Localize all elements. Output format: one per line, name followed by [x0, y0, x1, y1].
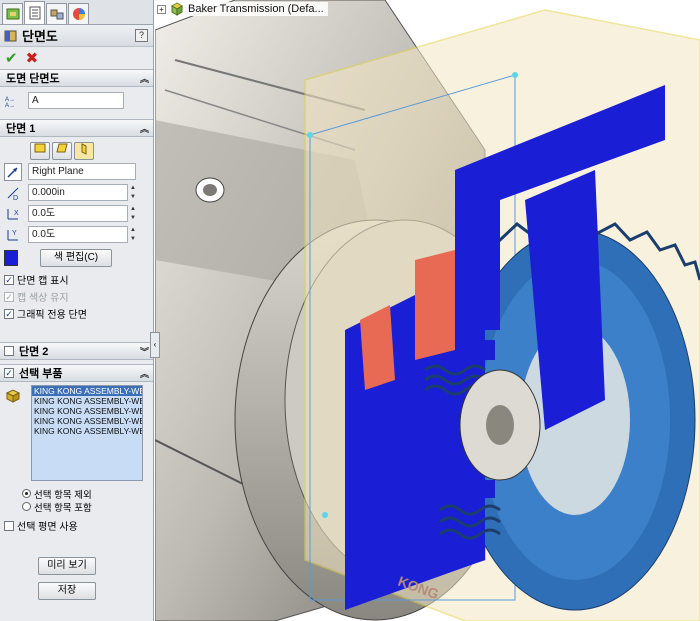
- section-view-group-body: A→ A→ A: [0, 87, 153, 119]
- top-plane-button[interactable]: [52, 141, 72, 160]
- show-cap-label: 단면 캡 표시: [17, 276, 69, 287]
- list-item[interactable]: KING KONG ASSEMBLY-WE: [32, 416, 142, 426]
- keep-cap-color-checkbox: ✓ 캡 색상 유지: [4, 288, 149, 305]
- feature-tree-flyout[interactable]: + Baker Transmission (Defa...: [157, 2, 328, 16]
- save-button[interactable]: 저장: [38, 582, 96, 600]
- graphics-only-label: 그래픽 전용 단면: [17, 310, 87, 321]
- section1-group-label: 단면 1: [6, 123, 36, 135]
- offset-distance-icon: D: [4, 184, 22, 202]
- show-cap-checkbox[interactable]: ✓ 단면 캡 표시: [4, 271, 149, 288]
- angle-y-field[interactable]: 0.0도: [28, 226, 128, 243]
- section-view-group-label: 도면 단면도: [6, 73, 60, 85]
- section2-checkbox[interactable]: [4, 346, 14, 356]
- selected-components-checkbox[interactable]: ✓: [4, 368, 14, 378]
- property-manager-icon: [29, 6, 40, 20]
- plane-select-icon[interactable]: [4, 162, 22, 181]
- list-item[interactable]: KING KONG ASSEMBLY-WE: [32, 396, 142, 406]
- offset-field[interactable]: 0.000in: [28, 184, 128, 201]
- svg-text:A→: A→: [5, 103, 15, 108]
- selected-components-group-header[interactable]: ✓ 선택 부품 ︽: [0, 364, 153, 382]
- edit-color-button[interactable]: 색 편집(C): [40, 249, 112, 267]
- list-item[interactable]: KING KONG ASSEMBLY-WE: [32, 426, 142, 436]
- appearance-icon: [72, 8, 85, 20]
- section1-group-header[interactable]: 단면 1 ︽: [0, 119, 153, 137]
- collapse-icon[interactable]: ︽: [140, 72, 149, 85]
- front-plane-button[interactable]: [30, 141, 50, 160]
- section-color-swatch: [4, 250, 18, 266]
- right-plane-icon: [81, 142, 87, 155]
- display-manager-tab[interactable]: [68, 3, 89, 24]
- configuration-manager-tab[interactable]: [46, 3, 67, 24]
- front-plane-icon: [34, 143, 46, 152]
- expand-icon[interactable]: +: [157, 4, 166, 14]
- ok-check-icon[interactable]: ✔: [5, 49, 18, 67]
- name-ab-icon: A→ A→: [4, 92, 22, 110]
- tree-item-label: Baker Transmission (Defa...: [188, 3, 324, 15]
- section1-group-body: Right Plane D 0.000in ▲ ▼ X 0.0도 ▲ ▼ Y 0.0…: [0, 137, 153, 336]
- feature-manager-tab[interactable]: [2, 3, 23, 24]
- section-view-icon: [4, 30, 17, 41]
- assembly-icon: [171, 2, 183, 16]
- angle-x-spinner[interactable]: ▲ ▼: [129, 205, 137, 222]
- angle-x-icon: X: [4, 205, 22, 223]
- property-manager-panel: 단면도 ? ✔ ✖ 도면 단면도 ︽ A→ A→ A 단면 1 ︽ Right P…: [0, 0, 154, 621]
- exclude-selected-label: 선택 항목 제외: [34, 489, 92, 501]
- panel-title: 단면도: [22, 29, 58, 44]
- components-icon: [4, 387, 22, 405]
- list-item[interactable]: KING KONG ASSEMBLY-WE: [32, 386, 142, 396]
- section-name-field[interactable]: A: [28, 92, 124, 109]
- include-selected-label: 선택 항목 포함: [34, 502, 92, 514]
- top-plane-icon: [56, 143, 68, 152]
- manager-tabs: [0, 0, 153, 25]
- section-view-group-header[interactable]: 도면 단면도 ︽: [0, 69, 153, 87]
- angle-y-spinner[interactable]: ▲ ▼: [129, 226, 137, 243]
- model-render: KONG: [155, 0, 700, 621]
- svg-text:Y: Y: [12, 230, 17, 237]
- section2-group-header[interactable]: 단면 2 ︾: [0, 342, 153, 360]
- collapse-icon[interactable]: ︽: [140, 367, 149, 380]
- help-button[interactable]: ?: [135, 29, 148, 42]
- svg-text:D: D: [13, 195, 18, 201]
- configuration-icon: [50, 9, 63, 20]
- right-plane-button[interactable]: [74, 141, 94, 160]
- angle-y-icon: Y: [4, 226, 22, 244]
- panel-titlebar: 단면도 ?: [0, 25, 153, 47]
- offset-spinner[interactable]: ▲ ▼: [129, 184, 137, 201]
- ok-cancel-row: ✔ ✖: [0, 47, 153, 69]
- property-manager-tab[interactable]: [24, 1, 45, 24]
- selected-components-body: KING KONG ASSEMBLY-WE KING KONG ASSEMBLY…: [0, 382, 153, 537]
- list-item[interactable]: KING KONG ASSEMBLY-WE: [32, 406, 142, 416]
- include-selected-radio[interactable]: 선택 항목 포함: [4, 500, 149, 514]
- panel-collapse-handle[interactable]: ‹: [150, 332, 160, 358]
- use-selected-plane-label: 선택 평면 사용: [17, 522, 78, 533]
- collapse-icon[interactable]: ︽: [140, 122, 149, 135]
- components-list[interactable]: KING KONG ASSEMBLY-WE KING KONG ASSEMBLY…: [31, 385, 143, 481]
- exclude-selected-radio[interactable]: 선택 항목 제외: [4, 487, 149, 501]
- feature-tree-icon: [6, 8, 19, 20]
- section-plane-field[interactable]: Right Plane: [28, 163, 136, 180]
- graphics-only-checkbox[interactable]: ✓ 그래픽 전용 단면: [4, 305, 149, 322]
- selected-components-group-label: 선택 부품: [19, 368, 63, 380]
- use-selected-plane-checkbox[interactable]: 선택 평면 사용: [4, 517, 149, 534]
- section2-group-label: 단면 2: [19, 346, 49, 358]
- keep-cap-color-label: 캡 색상 유지: [17, 293, 69, 304]
- expand-icon[interactable]: ︾: [140, 345, 149, 358]
- cancel-x-icon[interactable]: ✖: [26, 49, 39, 67]
- graphics-viewport[interactable]: + Baker Transmission (Defa... KONG: [155, 0, 700, 621]
- angle-x-field[interactable]: 0.0도: [28, 205, 128, 222]
- svg-text:X: X: [14, 210, 19, 217]
- preview-button[interactable]: 미리 보기: [38, 557, 96, 575]
